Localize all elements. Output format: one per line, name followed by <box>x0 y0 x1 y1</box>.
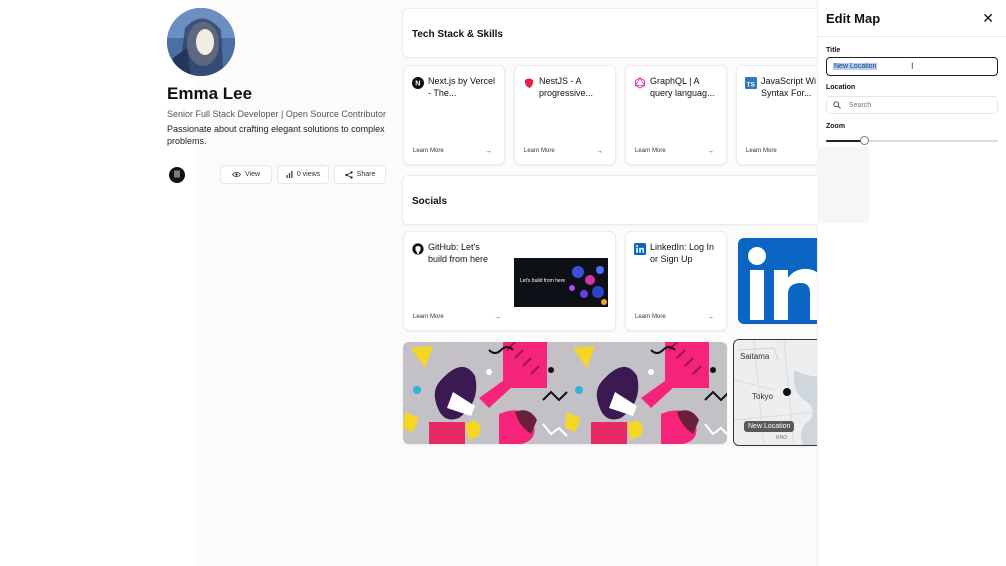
zoom-slider-thumb[interactable] <box>859 136 869 145</box>
share-label: Share <box>356 171 376 178</box>
map-label-saitama: Saitama <box>740 352 770 361</box>
search-icon <box>833 101 841 109</box>
svg-text:N: N <box>415 81 420 88</box>
panel-shadow <box>817 147 869 223</box>
arrow-right-icon: → <box>494 314 501 321</box>
map-location-pill: New Location <box>744 421 795 432</box>
social-card-github[interactable]: GitHub: Let's build from here Let's buil… <box>403 231 616 331</box>
nextjs-icon: N <box>412 77 424 89</box>
github-icon <box>412 243 424 255</box>
github-card-title: GitHub: Let's build from here <box>428 242 489 264</box>
title-field-label: Title <box>826 47 841 54</box>
learn-more-link[interactable]: Learn More <box>524 148 555 154</box>
pattern-image-tile[interactable] <box>403 342 727 444</box>
learn-more-link[interactable]: Learn More <box>413 148 444 154</box>
zoom-slider[interactable] <box>826 136 998 146</box>
linkedin-logo-icon <box>748 247 820 320</box>
close-icon[interactable]: ✕ <box>982 10 994 27</box>
linkedin-icon <box>634 243 646 255</box>
tech-card-nestjs[interactable]: NestJS - A progressive... Learn More → <box>514 65 616 165</box>
tech-card-graphql[interactable]: GraphQL | A query languag... Learn More … <box>625 65 727 165</box>
content-grid: Tech Stack & Skills N Next.js by Vercel … <box>400 8 820 448</box>
tech-section-title: Tech Stack & Skills <box>412 29 503 40</box>
share-button[interactable]: Share <box>334 165 386 184</box>
graphql-icon <box>634 77 646 89</box>
bar-chart-icon <box>286 171 293 178</box>
linkedin-card-title: LinkedIn: Log In or Sign Up <box>650 242 715 264</box>
arrow-right-icon: → <box>707 314 714 321</box>
arrow-right-icon: → <box>707 148 714 155</box>
tech-card-javascript[interactable]: TS JavaScript Wi Syntax For... Learn Mor… <box>736 65 820 165</box>
tech-card-title: JavaScript Wi Syntax For... <box>761 76 817 98</box>
view-label: View <box>244 171 261 178</box>
typescript-icon: TS <box>745 77 757 89</box>
location-search-input[interactable]: Search <box>826 96 998 114</box>
social-card-linkedin[interactable]: LinkedIn: Log In or Sign Up Learn More → <box>625 231 727 331</box>
zoom-slider-fill <box>826 140 864 142</box>
arrow-right-icon: → <box>485 148 492 155</box>
views-label: 0 views <box>296 171 321 178</box>
avatar <box>167 8 235 76</box>
view-button[interactable]: View <box>220 165 272 184</box>
socials-section-title: Socials <box>412 196 448 207</box>
github-thumbnail-text: Let's build from here <box>520 278 566 284</box>
profile-name: Emma Lee <box>167 84 253 103</box>
memphis-pattern-image <box>403 342 727 444</box>
socials-section-header[interactable]: Socials <box>402 175 820 225</box>
panel-divider <box>818 36 1006 37</box>
title-field-value: New Location <box>833 63 878 70</box>
tech-section-header[interactable]: Tech Stack & Skills <box>402 8 820 58</box>
tech-card-title: Next.js by Vercel - The... <box>428 76 496 98</box>
edit-map-title: Edit Map <box>826 11 881 26</box>
arrow-right-icon: → <box>596 148 603 155</box>
brand-logo-icon[interactable]: ||| <box>169 167 185 183</box>
tech-card-nextjs[interactable]: N Next.js by Vercel - The... Learn More … <box>403 65 505 165</box>
map-label-tokyo: Tokyo <box>752 392 773 401</box>
learn-more-link[interactable]: Learn More <box>635 148 666 154</box>
text-cursor-icon: I <box>911 61 914 71</box>
profile-role: Senior Full Stack Developer | Open Sourc… <box>167 109 386 119</box>
share-icon <box>344 170 353 179</box>
edit-map-panel: Edit Map ✕ Title New Location I Location… <box>817 0 1006 566</box>
learn-more-link[interactable]: Learn More <box>413 314 444 320</box>
learn-more-link[interactable]: Learn More <box>635 314 666 320</box>
svg-text:TS: TS <box>747 82 756 89</box>
nestjs-icon <box>525 78 534 88</box>
views-counter[interactable]: 0 views <box>277 165 329 184</box>
profile-actions: ||| View 0 views Share <box>167 165 392 185</box>
profile-bio: Passionate about crafting elegant soluti… <box>167 124 385 146</box>
page: Emma Lee Senior Full Stack Developer | O… <box>0 0 1006 566</box>
zoom-label: Zoom <box>826 123 846 130</box>
profile-panel: Emma Lee Senior Full Stack Developer | O… <box>167 8 392 147</box>
eye-icon <box>231 171 241 178</box>
tech-card-title: GraphQL | A query languag... <box>650 76 715 98</box>
location-placeholder: Search <box>849 102 872 109</box>
map-tile[interactable]: Saitama Tokyo New Location RNO <box>733 339 820 446</box>
location-field-label: Location <box>826 84 856 91</box>
title-field[interactable]: New Location I <box>826 57 998 76</box>
linkedin-logo-tile[interactable] <box>738 238 820 324</box>
tech-card-title: NestJS - A progressive... <box>539 76 594 98</box>
github-thumbnail: Let's build from here <box>514 258 608 307</box>
map-footer-label: RNO <box>776 435 788 441</box>
learn-more-link[interactable]: Learn More <box>746 148 777 154</box>
